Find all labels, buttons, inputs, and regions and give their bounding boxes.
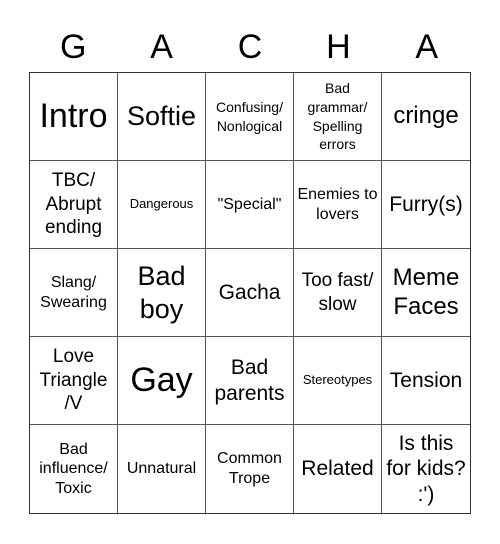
bingo-cell[interactable]: Furry(s) [382,161,470,249]
bingo-cell[interactable]: Intro [30,73,118,161]
bingo-cell[interactable]: Softie [118,73,206,161]
bingo-cell[interactable]: Slang/ Swearing [30,249,118,337]
header-letter-c: C [237,28,263,66]
bingo-cell[interactable]: Gacha [206,249,294,337]
header-letter-h: H [326,28,351,66]
bingo-cell[interactable]: Bad boy [118,249,206,337]
header-letter-a: A [150,28,173,66]
bingo-cell[interactable]: Bad influence/ Toxic [30,425,118,513]
bingo-cell[interactable]: Stereotypes [294,337,382,425]
bingo-cell[interactable]: Enemies to lovers [294,161,382,249]
bingo-cell[interactable]: TBC/ Abrupt ending [30,161,118,249]
bingo-cell[interactable]: Confusing/ Nonlogical [206,73,294,161]
bingo-cell[interactable]: Gay [118,337,206,425]
bingo-cell[interactable]: Meme Faces [382,249,470,337]
bingo-cell[interactable]: Love Triangle /V [30,337,118,425]
bingo-cell[interactable]: Tension [382,337,470,425]
bingo-cell[interactable]: Common Trope [206,425,294,513]
header-letter-g: G [59,28,87,66]
bingo-cell[interactable]: Dangerous [118,161,206,249]
bingo-cell[interactable]: Bad grammar/ Spelling errors [294,73,382,161]
bingo-cell[interactable]: cringe [382,73,470,161]
bingo-cell[interactable]: Too fast/ slow [294,249,382,337]
bingo-cell[interactable]: Is this for kids? :') [382,425,470,513]
bingo-cell[interactable]: Bad parents [206,337,294,425]
bingo-grid: Intro Softie Confusing/ Nonlogical Bad g… [29,72,471,514]
bingo-cell[interactable]: Related [294,425,382,513]
bingo-cell[interactable]: "Special" [206,161,294,249]
bingo-cell[interactable]: Unnatural [118,425,206,513]
bingo-header: G A C H A [29,22,471,72]
header-letter-a2: A [415,28,439,66]
